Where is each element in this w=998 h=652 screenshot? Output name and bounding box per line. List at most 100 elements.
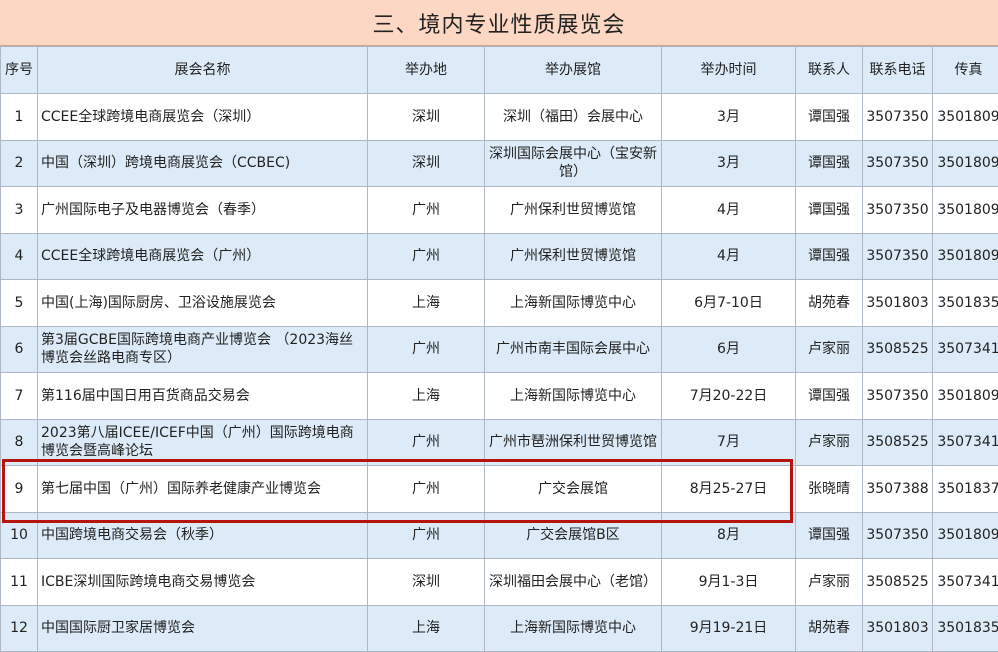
cell-time-text: 4月 bbox=[664, 201, 793, 219]
cell-city-text: 上海 bbox=[370, 294, 482, 312]
section-title-bar: 三、境内专业性质展览会 bbox=[0, 0, 998, 46]
cell-contact: 卢家丽 bbox=[796, 559, 863, 606]
cell-time: 8月 bbox=[662, 512, 796, 559]
cell-name: 中国国际厨卫家居博览会 bbox=[38, 605, 368, 652]
cell-no: 6 bbox=[1, 326, 38, 373]
cell-phone: 3507350 bbox=[863, 94, 933, 141]
cell-contact: 卢家丽 bbox=[796, 419, 863, 466]
cell-city: 广州 bbox=[368, 466, 485, 513]
cell-phone: 3508525 bbox=[863, 559, 933, 606]
cell-contact-text: 谭国强 bbox=[798, 154, 860, 172]
cell-time: 7月 bbox=[662, 419, 796, 466]
cell-no: 11 bbox=[1, 559, 38, 606]
cell-phone-text: 3507350 bbox=[865, 201, 930, 219]
header-contact: 联系人 bbox=[796, 47, 863, 94]
cell-name-text: 中国（深圳）跨境电商展览会（CCBEC) bbox=[41, 154, 365, 172]
cell-name: 第116届中国日用百货商品交易会 bbox=[38, 373, 368, 420]
cell-contact-text: 谭国强 bbox=[798, 387, 860, 405]
cell-venue-text: 广州保利世贸博览馆 bbox=[487, 201, 659, 219]
cell-fax: 3501809 bbox=[933, 512, 998, 559]
cell-fax-text: 3501809 bbox=[935, 387, 998, 405]
cell-contact-text: 谭国强 bbox=[798, 247, 860, 265]
table-row: 10中国跨境电商交易会（秋季）广州广交会展馆B区8月谭国强35073503501… bbox=[1, 512, 998, 559]
cell-city: 深圳 bbox=[368, 559, 485, 606]
cell-no: 5 bbox=[1, 280, 38, 327]
cell-city: 广州 bbox=[368, 419, 485, 466]
cell-venue-text: 深圳国际会展中心（宝安新馆） bbox=[487, 145, 659, 181]
cell-venue: 上海新国际博览中心 bbox=[485, 605, 662, 652]
cell-contact-text: 卢家丽 bbox=[798, 433, 860, 451]
cell-no-text: 8 bbox=[3, 433, 35, 451]
cell-city-text: 上海 bbox=[370, 619, 482, 637]
table-row: 3广州国际电子及电器博览会（春季）广州广州保利世贸博览馆4月谭国强3507350… bbox=[1, 187, 998, 234]
cell-fax: 3501809 bbox=[933, 373, 998, 420]
cell-name-text: CCEE全球跨境电商展览会（深圳） bbox=[41, 108, 365, 126]
cell-city-text: 广州 bbox=[370, 480, 482, 498]
cell-no-text: 10 bbox=[3, 526, 35, 544]
cell-fax: 3507341 bbox=[933, 326, 998, 373]
cell-time-text: 3月 bbox=[664, 154, 793, 172]
cell-no-text: 3 bbox=[3, 201, 35, 219]
cell-time-text: 7月20-22日 bbox=[664, 387, 793, 405]
cell-time-text: 3月 bbox=[664, 108, 793, 126]
cell-venue-text: 深圳福田会展中心（老馆） bbox=[487, 573, 659, 591]
cell-no: 12 bbox=[1, 605, 38, 652]
cell-contact: 胡苑春 bbox=[796, 280, 863, 327]
table-row: 9第七届中国（广州）国际养老健康产业博览会广州广交会展馆8月25-27日张晓晴3… bbox=[1, 466, 998, 513]
cell-time-text: 8月 bbox=[664, 526, 793, 544]
cell-no: 9 bbox=[1, 466, 38, 513]
cell-city: 广州 bbox=[368, 512, 485, 559]
cell-time: 6月 bbox=[662, 326, 796, 373]
cell-time-text: 8月25-27日 bbox=[664, 480, 793, 498]
cell-name-text: 第七届中国（广州）国际养老健康产业博览会 bbox=[41, 480, 365, 498]
cell-city-text: 深圳 bbox=[370, 573, 482, 591]
cell-phone: 3507350 bbox=[863, 187, 933, 234]
cell-fax-text: 3501835 bbox=[935, 294, 998, 312]
cell-no-text: 1 bbox=[3, 108, 35, 126]
cell-time: 9月1-3日 bbox=[662, 559, 796, 606]
cell-fax-text: 3501809 bbox=[935, 247, 998, 265]
header-no: 序号 bbox=[1, 47, 38, 94]
cell-fax-text: 3507341 bbox=[935, 573, 998, 591]
cell-city: 上海 bbox=[368, 373, 485, 420]
cell-name: 第3届GCBE国际跨境电商产业博览会 （2023海丝博览会丝路电商专区） bbox=[38, 326, 368, 373]
cell-time: 3月 bbox=[662, 140, 796, 187]
cell-name: 第七届中国（广州）国际养老健康产业博览会 bbox=[38, 466, 368, 513]
cell-city: 广州 bbox=[368, 187, 485, 234]
cell-time: 4月 bbox=[662, 187, 796, 234]
cell-phone-text: 3508525 bbox=[865, 433, 930, 451]
section-title: 三、境内专业性质展览会 bbox=[372, 7, 625, 39]
cell-venue: 广州保利世贸博览馆 bbox=[485, 233, 662, 280]
cell-no-text: 6 bbox=[3, 340, 35, 358]
header-fax: 传真 bbox=[933, 47, 998, 94]
cell-fax: 3501809 bbox=[933, 140, 998, 187]
exhibition-table: 序号 展会名称 举办地 举办展馆 举办时间 联系人 联系电话 传真 1CCEE全… bbox=[0, 46, 998, 652]
cell-no-text: 9 bbox=[3, 480, 35, 498]
cell-time: 6月7-10日 bbox=[662, 280, 796, 327]
cell-city: 深圳 bbox=[368, 140, 485, 187]
cell-name: ICBE深圳国际跨境电商交易博览会 bbox=[38, 559, 368, 606]
cell-time: 4月 bbox=[662, 233, 796, 280]
cell-phone-text: 3501803 bbox=[865, 294, 930, 312]
cell-contact: 胡苑春 bbox=[796, 605, 863, 652]
cell-city-text: 广州 bbox=[370, 247, 482, 265]
cell-fax-text: 3501837 bbox=[935, 480, 998, 498]
cell-phone-text: 3507350 bbox=[865, 108, 930, 126]
cell-city-text: 深圳 bbox=[370, 108, 482, 126]
cell-venue: 深圳（福田）会展中心 bbox=[485, 94, 662, 141]
cell-no: 4 bbox=[1, 233, 38, 280]
cell-contact: 谭国强 bbox=[796, 187, 863, 234]
cell-venue-text: 广交会展馆 bbox=[487, 480, 659, 498]
cell-phone-text: 3508525 bbox=[865, 573, 930, 591]
cell-phone: 3507350 bbox=[863, 140, 933, 187]
cell-venue-text: 广州市琶洲保利世贸博览馆 bbox=[487, 433, 659, 451]
cell-contact: 谭国强 bbox=[796, 373, 863, 420]
cell-fax: 3501835 bbox=[933, 280, 998, 327]
cell-no-text: 11 bbox=[3, 573, 35, 591]
cell-no: 2 bbox=[1, 140, 38, 187]
cell-fax: 3501809 bbox=[933, 94, 998, 141]
cell-city-text: 上海 bbox=[370, 387, 482, 405]
cell-venue: 深圳国际会展中心（宝安新馆） bbox=[485, 140, 662, 187]
table-row: 11ICBE深圳国际跨境电商交易博览会深圳深圳福田会展中心（老馆）9月1-3日卢… bbox=[1, 559, 998, 606]
header-city: 举办地 bbox=[368, 47, 485, 94]
